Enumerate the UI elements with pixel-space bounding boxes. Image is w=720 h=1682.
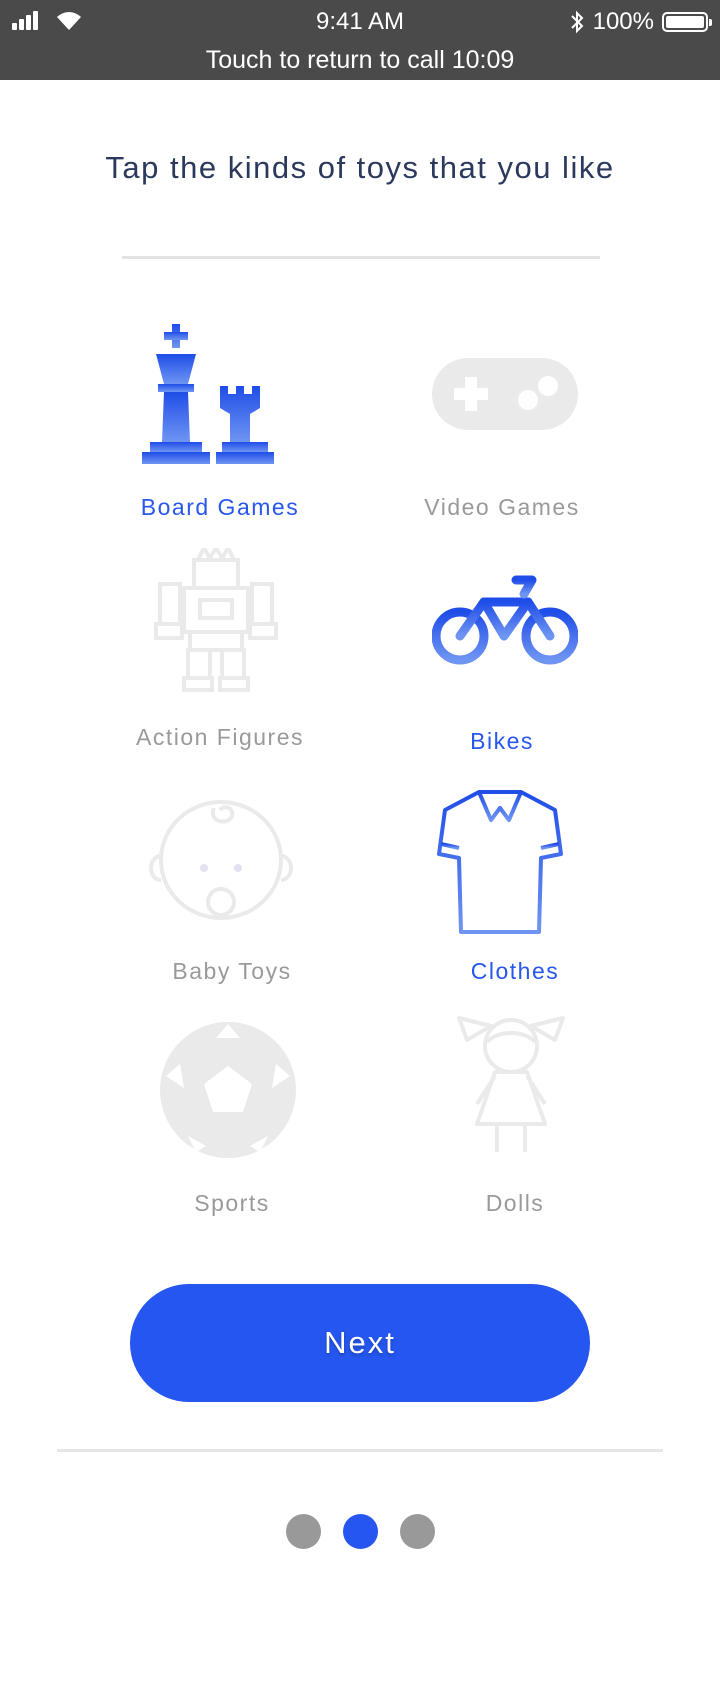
page-title: Tap the kinds of toys that you like — [105, 150, 615, 185]
battery-percent: 100% — [592, 8, 654, 35]
gamepad-icon — [432, 358, 578, 430]
category-clothes[interactable]: Clothes — [365, 788, 665, 1018]
page-dot-3[interactable] — [399, 1514, 435, 1549]
category-bikes[interactable]: Bikes — [352, 548, 652, 778]
category-label: Baby Toys — [172, 958, 292, 984]
doll-icon — [457, 1016, 565, 1152]
soccer-ball-icon — [160, 1022, 296, 1158]
page-dot-1[interactable] — [285, 1514, 321, 1549]
chess-icon — [142, 324, 274, 464]
page-indicator — [0, 1514, 720, 1549]
category-label: Sports — [194, 1190, 270, 1216]
battery-icon — [662, 12, 712, 32]
category-label: Dolls — [485, 1190, 545, 1216]
category-action-figures[interactable]: Action Figures — [70, 548, 370, 778]
category-baby-toys[interactable]: Baby Toys — [82, 788, 382, 1018]
category-video-games[interactable]: Video Games — [352, 318, 652, 548]
category-sports[interactable]: Sports — [82, 1020, 382, 1250]
next-button[interactable]: Next — [130, 1284, 590, 1402]
title-divider — [122, 256, 600, 259]
category-label: Bikes — [470, 728, 534, 754]
robot-icon — [154, 548, 278, 692]
category-label: Video Games — [424, 494, 580, 520]
category-label: Action Figures — [135, 724, 304, 750]
status-right: 100% — [569, 8, 712, 36]
bottom-divider — [57, 1449, 663, 1452]
shirt-icon — [437, 790, 563, 934]
bluetooth-icon — [570, 10, 584, 34]
status-bar: 9:41 AM 100% Touch to return to call 10:… — [0, 0, 720, 80]
category-label: Board Games — [140, 494, 300, 520]
category-label: Clothes — [470, 958, 560, 984]
category-dolls[interactable]: Dolls — [365, 1016, 665, 1250]
category-board-games[interactable]: Board Games — [70, 318, 370, 548]
baby-icon — [149, 800, 293, 920]
bike-icon — [432, 575, 578, 665]
call-banner[interactable]: Touch to return to call 10:09 — [0, 46, 720, 75]
page-dot-2[interactable] — [342, 1514, 378, 1549]
